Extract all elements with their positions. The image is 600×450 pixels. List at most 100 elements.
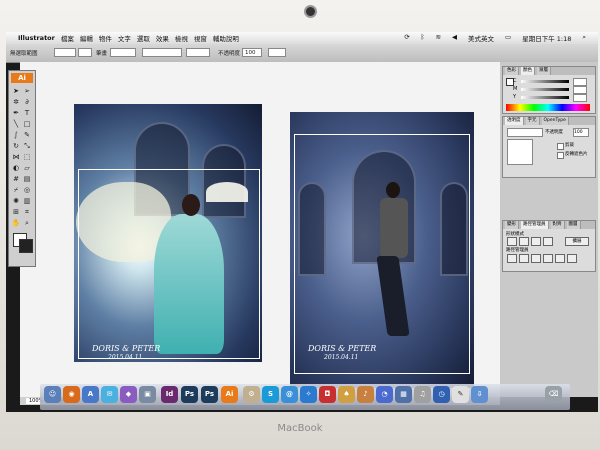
slice-tool-icon[interactable]: ⌗ [22, 208, 32, 217]
y-slider[interactable] [521, 96, 569, 99]
stroke-swatch[interactable] [78, 48, 92, 57]
tab-gradient[interactable]: 漸層 [537, 67, 551, 75]
preview-icon[interactable]: ▣ [139, 386, 156, 403]
mail-icon[interactable]: @ [281, 386, 298, 403]
ifunbox-icon[interactable]: ◆ [120, 386, 137, 403]
messages-icon[interactable]: ✉ [101, 386, 118, 403]
menu-effect[interactable]: 效果 [156, 33, 169, 43]
time-machine-icon[interactable]: ◷ [433, 386, 450, 403]
clip-checkbox[interactable] [557, 143, 564, 150]
c-slider[interactable] [521, 80, 569, 83]
outline-icon[interactable] [555, 254, 565, 263]
artboard-1-frame[interactable] [78, 169, 260, 359]
tab-transform[interactable]: 變形 [505, 221, 519, 229]
volume-icon[interactable]: ◀ [452, 33, 457, 43]
rotate-tool-icon[interactable]: ↻ [11, 142, 21, 151]
menu-window[interactable]: 視窗 [194, 33, 207, 43]
textedit-icon[interactable]: ✎ [452, 386, 469, 403]
dashboard-icon[interactable]: ◔ [376, 386, 393, 403]
width-tool-icon[interactable]: ⋈ [11, 153, 21, 162]
artboard-2-photo[interactable]: DORIS & PETER 2015.04.11 [290, 112, 474, 388]
symbol-sprayer-tool-icon[interactable]: ✺ [11, 197, 21, 206]
artboard-tool-icon[interactable]: ⊞ [11, 208, 21, 217]
blend-mode-dropdown[interactable] [507, 128, 543, 137]
garageband-icon[interactable]: ♪ [357, 386, 374, 403]
finder-icon[interactable]: ☺ [44, 386, 61, 403]
menu-file[interactable]: 檔案 [61, 33, 74, 43]
y-value[interactable] [573, 94, 587, 102]
eyedropper-tool-icon[interactable]: ⌿ [11, 186, 21, 195]
menu-object[interactable]: 物件 [99, 33, 112, 43]
divide-icon[interactable] [507, 254, 517, 263]
bluetooth-icon[interactable]: ᛒ [421, 33, 425, 43]
app-store-icon[interactable]: A [82, 386, 99, 403]
wifi-icon[interactable]: ≋ [436, 33, 441, 43]
lasso-tool-icon[interactable]: ∂ [22, 98, 32, 107]
tab-layers[interactable]: 圖層 [566, 221, 581, 229]
menu-help[interactable]: 輔助說明 [213, 33, 239, 43]
contacts-icon[interactable]: ♠ [338, 386, 355, 403]
pencil-tool-icon[interactable]: ✎ [22, 131, 32, 140]
stroke-weight-field[interactable] [110, 48, 136, 57]
skype-icon[interactable]: S [262, 386, 279, 403]
paintbrush-tool-icon[interactable]: ∫ [11, 131, 21, 140]
intersect-icon[interactable] [531, 237, 541, 246]
expand-button[interactable]: 擴展 [565, 237, 589, 246]
trim-icon[interactable] [519, 254, 529, 263]
c-value[interactable] [573, 78, 587, 86]
menu-edit[interactable]: 編輯 [80, 33, 93, 43]
unite-icon[interactable] [507, 237, 517, 246]
brush-dropdown[interactable] [186, 48, 210, 57]
free-transform-tool-icon[interactable]: ⬚ [22, 153, 32, 162]
mission-control-icon[interactable]: ▦ [395, 386, 412, 403]
style-dropdown[interactable] [268, 48, 286, 57]
illustrator-icon[interactable]: Ai [221, 386, 238, 403]
minus-back-icon[interactable] [567, 254, 577, 263]
minus-front-icon[interactable] [519, 237, 529, 246]
battery-icon[interactable]: ▭ [505, 33, 511, 43]
zoom-tool-icon[interactable]: ⌕ [22, 219, 32, 228]
photoshop-icon[interactable]: Ps [181, 386, 198, 403]
opacity-field[interactable]: 100 [242, 48, 262, 57]
indesign-icon[interactable]: Id [161, 386, 178, 403]
clock-sync-icon[interactable]: ⟳ [404, 33, 409, 43]
m-slider[interactable] [521, 88, 569, 91]
shape-builder-tool-icon[interactable]: ◐ [11, 164, 21, 173]
document-canvas[interactable]: DORIS & PETER 2015.04.11 DORIS & PETER 2… [20, 62, 500, 397]
crop-icon[interactable] [543, 254, 553, 263]
input-method[interactable]: 美式英文 [468, 33, 494, 43]
fill-swatch[interactable] [54, 48, 76, 57]
pen-tool-icon[interactable]: ✒ [11, 109, 21, 118]
magic-wand-tool-icon[interactable]: ✲ [11, 98, 21, 107]
opacity-mask-thumbnail[interactable] [507, 139, 533, 165]
artboard-2-frame[interactable] [294, 134, 470, 374]
tab-transparency[interactable]: 透明度 [505, 117, 524, 125]
itunes-icon[interactable]: ♫ [414, 386, 431, 403]
m-value[interactable] [573, 86, 587, 94]
variable-width-dropdown[interactable] [142, 48, 182, 57]
photo-booth-icon[interactable]: ◘ [319, 386, 336, 403]
scale-tool-icon[interactable]: ⤡ [22, 142, 32, 151]
safari-icon[interactable]: ✧ [300, 386, 317, 403]
graph-tool-icon[interactable]: ▥ [22, 197, 32, 206]
invert-mask-checkbox[interactable] [557, 152, 564, 159]
system-prefs-icon[interactable]: ⚙ [243, 386, 260, 403]
hand-tool-icon[interactable]: ✋ [11, 219, 21, 228]
menu-type[interactable]: 文字 [118, 33, 131, 43]
clock[interactable]: 星期日下午 1:18 [522, 33, 571, 43]
tab-color-guide[interactable]: 色彩 [505, 67, 519, 75]
firefox-icon[interactable]: ◉ [63, 386, 80, 403]
artboard-1-photo[interactable]: DORIS & PETER 2015.04.11 [74, 104, 262, 362]
merge-icon[interactable] [531, 254, 541, 263]
exclude-icon[interactable] [543, 237, 553, 246]
tab-character[interactable]: 字元 [525, 117, 540, 125]
selection-tool-icon[interactable]: ➤ [11, 87, 21, 96]
blend-tool-icon[interactable]: ◎ [22, 186, 32, 195]
menu-select[interactable]: 選取 [137, 33, 150, 43]
perspective-tool-icon[interactable]: ▱ [22, 164, 32, 173]
menu-view[interactable]: 檢視 [175, 33, 188, 43]
downloads-stack-icon[interactable]: ⇩ [471, 386, 488, 403]
gradient-tool-icon[interactable]: ▤ [22, 175, 32, 184]
tab-align[interactable]: 對齊 [550, 221, 565, 229]
trash-icon[interactable]: ⌫ [545, 386, 562, 403]
